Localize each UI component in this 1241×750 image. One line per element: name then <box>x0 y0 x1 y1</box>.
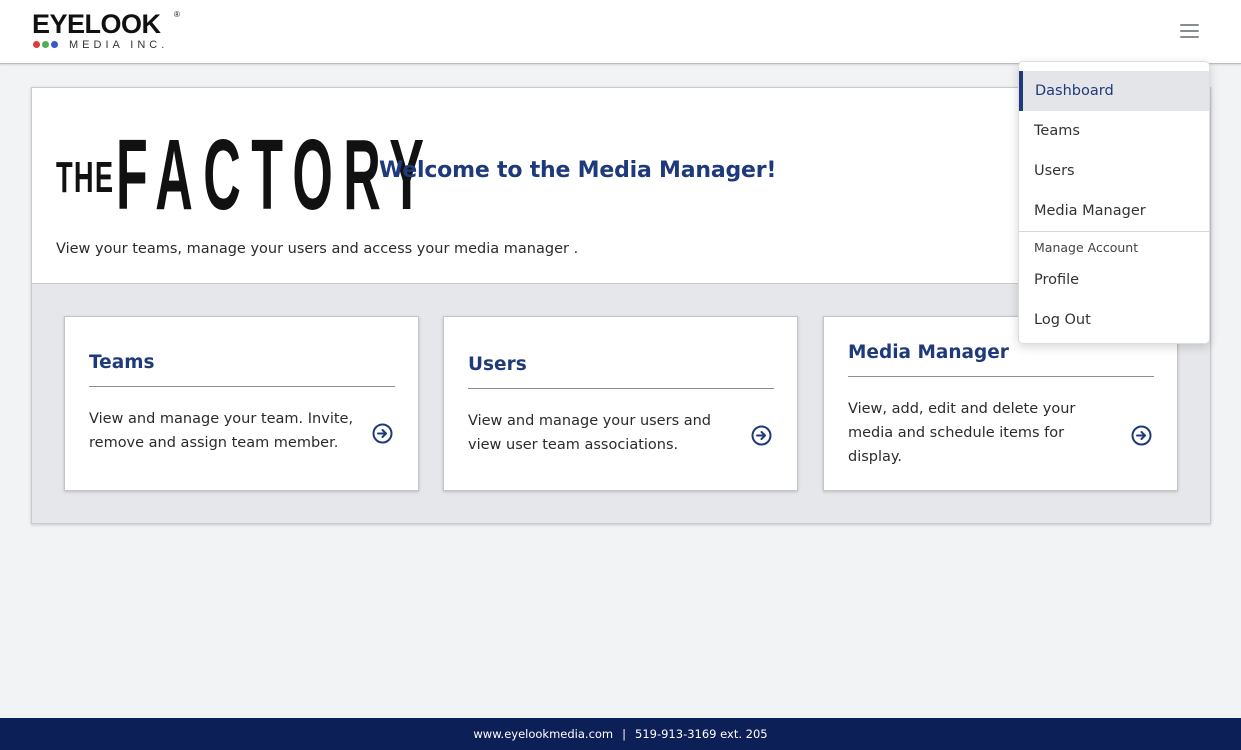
circle-arrow-right-icon[interactable] <box>1131 425 1152 446</box>
tile-title: Teams <box>89 352 155 373</box>
footer-website-link[interactable]: www.eyelookmedia.com <box>473 727 613 741</box>
tile-title: Media Manager <box>848 342 1009 363</box>
tile-divider <box>89 386 395 387</box>
nav-dropdown-menu: Dashboard Teams Users Media Manager Mana… <box>1018 61 1210 344</box>
eyelook-logo[interactable]: EYELOOK ® MEDIA INC. <box>32 9 192 55</box>
menu-item-teams[interactable]: Teams <box>1019 111 1209 151</box>
logo-wordmark: EYELOOK <box>32 9 161 39</box>
tile-title: Users <box>468 354 527 375</box>
red-dot-icon <box>33 41 40 48</box>
menu-section-manage-account: Manage Account <box>1034 240 1139 255</box>
users-tile[interactable]: Users View and manage your users and vie… <box>443 316 798 491</box>
circle-arrow-right-icon[interactable] <box>751 425 772 446</box>
menu-divider <box>1019 231 1209 232</box>
tile-divider <box>468 388 774 389</box>
footer-phone: 519-913-3169 ext. 205 <box>635 727 768 741</box>
teams-tile[interactable]: Teams View and manage your team. Invite,… <box>64 316 419 491</box>
the-factory-logo: THE FACTORY <box>56 125 424 225</box>
hamburger-menu-icon[interactable] <box>1180 22 1200 40</box>
factory-logo-the: THE <box>56 153 115 202</box>
tile-divider <box>848 376 1154 377</box>
logo-subtitle: MEDIA INC. <box>69 39 169 51</box>
logo-registered-mark: ® <box>174 10 180 19</box>
welcome-description: View your teams, manage your users and a… <box>56 241 579 257</box>
tile-description: View and manage your team. Invite, remov… <box>89 411 354 451</box>
footer-separator: | <box>622 727 627 741</box>
logo-dots <box>33 41 60 49</box>
menu-item-dashboard[interactable]: Dashboard <box>1019 71 1209 111</box>
page-footer: www.eyelookmedia.com | 519-913-3169 ext. 2… <box>0 718 1241 750</box>
blue-dot-icon <box>51 41 58 48</box>
circle-arrow-right-icon[interactable] <box>372 423 393 444</box>
tile-description: View and manage your users and view user… <box>468 413 712 453</box>
green-dot-icon <box>42 41 49 48</box>
top-header: EYELOOK ® MEDIA INC. <box>0 0 1241 64</box>
menu-item-profile[interactable]: Profile <box>1019 260 1209 300</box>
page-title: Welcome to the Media Manager! <box>379 158 777 183</box>
menu-item-log-out[interactable]: Log Out <box>1019 300 1209 340</box>
menu-item-media-manager[interactable]: Media Manager <box>1019 191 1209 231</box>
menu-item-users[interactable]: Users <box>1019 151 1209 191</box>
tile-description: View, add, edit and delete your media an… <box>848 401 1076 465</box>
